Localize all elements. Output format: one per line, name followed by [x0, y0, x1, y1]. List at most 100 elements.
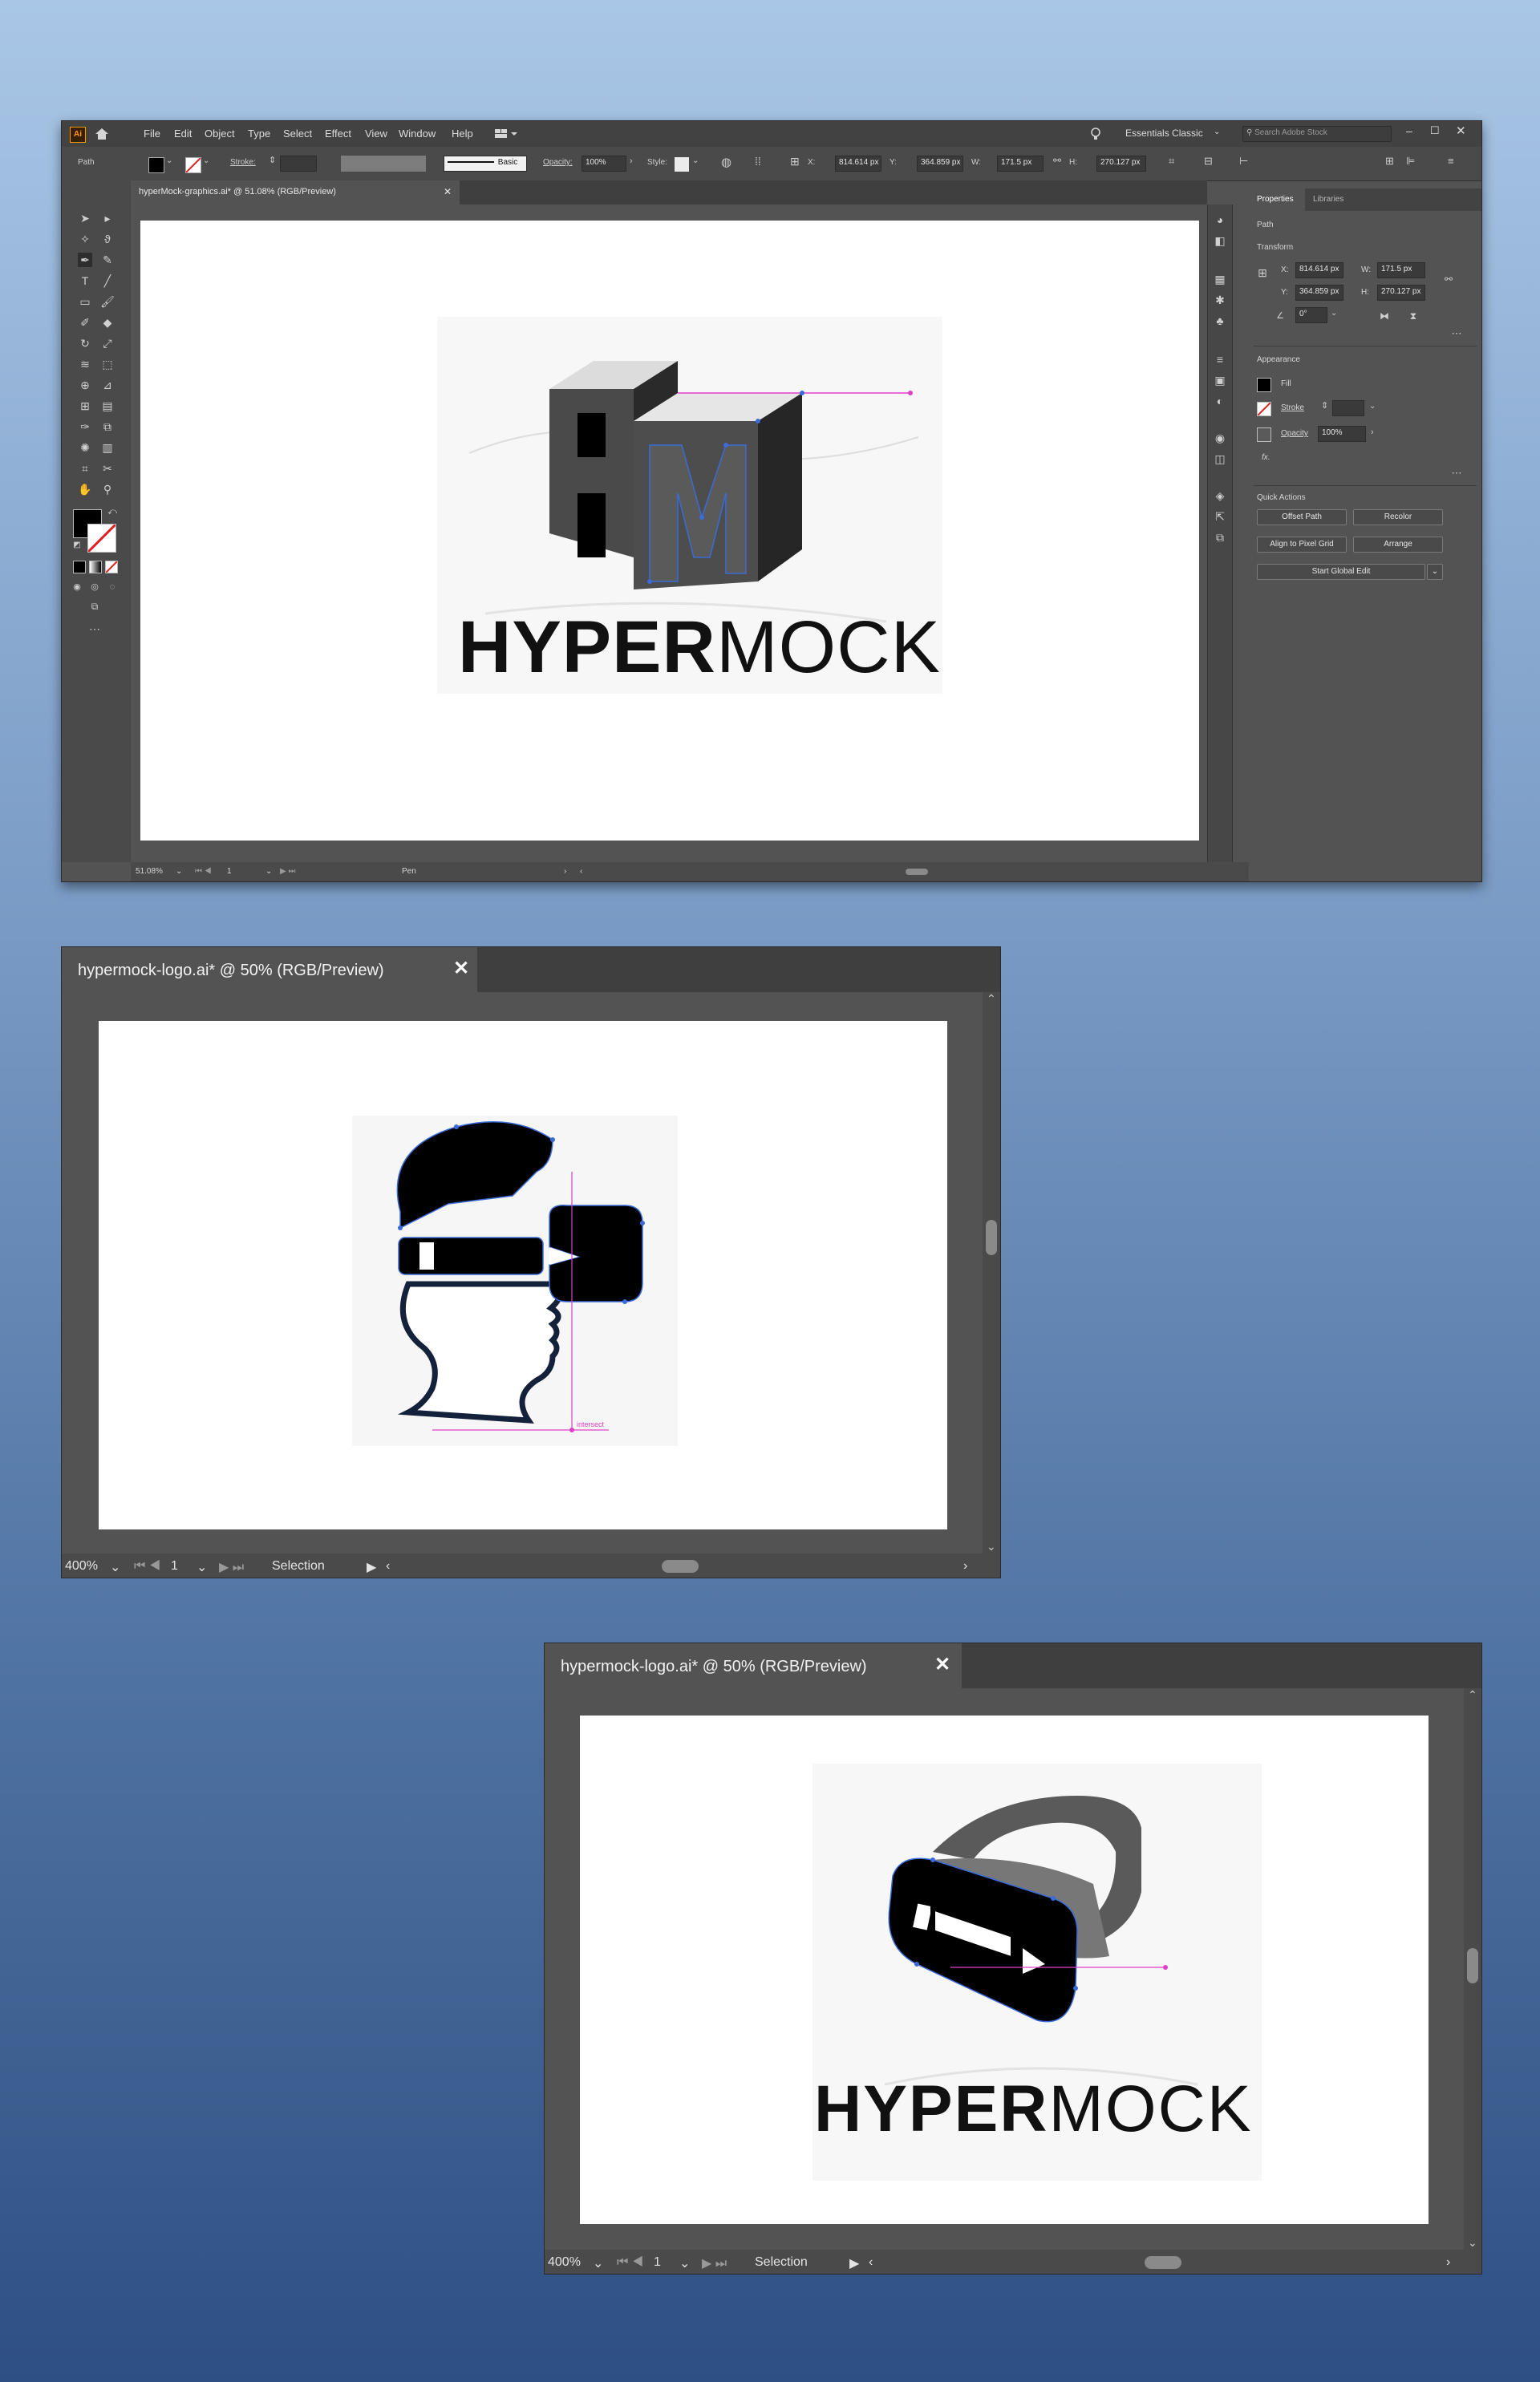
horizontal-scrollbar-thumb[interactable] — [662, 1560, 699, 1573]
play-icon[interactable]: ▶ — [849, 2255, 859, 2271]
color-mode-icon[interactable] — [73, 561, 86, 573]
chevron-down-icon[interactable]: ⌄ — [110, 1559, 120, 1575]
flip-vertical-icon[interactable]: ⧗ — [1406, 309, 1420, 323]
stroke-swatch[interactable] — [185, 157, 201, 173]
chevron-left-icon[interactable]: ‹ — [386, 1559, 390, 1574]
transform-icon[interactable]: ⌗ — [1169, 155, 1174, 168]
shaper-tool-icon[interactable]: ✐ — [78, 315, 92, 330]
symbol-sprayer-tool-icon[interactable]: ✺ — [78, 440, 92, 455]
arrange-button[interactable]: Arrange — [1353, 537, 1443, 553]
chevron-left-icon[interactable]: ‹ — [580, 867, 582, 876]
stroke-weight-field[interactable] — [1332, 400, 1364, 416]
offset-path-button[interactable]: Offset Path — [1257, 509, 1347, 525]
default-colors-icon[interactable]: ◩ — [70, 538, 84, 553]
constrain-proportions-icon[interactable]: ⚯ — [1441, 272, 1456, 286]
hypermock-wordmark[interactable]: HYPERMOCK — [458, 606, 941, 690]
draw-behind-icon[interactable]: ◎ — [87, 580, 102, 594]
ctrl-w-field[interactable]: 171.5 px — [997, 156, 1044, 172]
menu-edit[interactable]: Edit — [174, 128, 192, 140]
vertical-scrollbar[interactable]: ⌃ ⌄ — [1464, 1688, 1481, 2250]
chevron-down-icon[interactable]: ⌄ — [593, 2255, 603, 2271]
more-options-icon[interactable]: ⋯ — [1449, 466, 1464, 480]
align-icon[interactable]: ⊟ — [1204, 155, 1213, 168]
chevron-up-icon[interactable]: ⌃ — [1468, 1688, 1477, 1702]
horizontal-scrollbar-thumb[interactable] — [906, 869, 928, 875]
chevron-right-icon[interactable]: › — [963, 1559, 967, 1574]
eraser-tool-icon[interactable]: ◆ — [100, 315, 115, 330]
none-mode-icon[interactable] — [105, 561, 118, 573]
variable-width-profile[interactable] — [341, 156, 426, 172]
chevron-down-icon[interactable]: ⌄ — [1331, 309, 1337, 318]
menu-effect[interactable]: Effect — [325, 128, 351, 140]
paintbrush-tool-icon[interactable]: 🖌 — [100, 294, 115, 309]
chevron-down-icon[interactable]: ⌄ — [1214, 128, 1220, 136]
blend-tool-icon[interactable]: ⧉ — [100, 419, 115, 434]
perspective-grid-tool-icon[interactable]: ⊿ — [100, 378, 115, 392]
brush-definition[interactable]: Basic — [444, 156, 527, 172]
next-page-icon[interactable]: ▶ ⏭ — [219, 1559, 244, 1575]
arrange-documents-icon[interactable] — [495, 128, 519, 140]
stepper-icon[interactable]: ⇕ — [269, 155, 276, 165]
chevron-down-icon[interactable]: ⌄ — [987, 1540, 996, 1554]
shape-builder-tool-icon[interactable]: ⊕ — [78, 378, 92, 392]
slice-tool-icon[interactable]: ✂ — [100, 461, 115, 476]
prop-y-field[interactable]: 364.859 px — [1295, 285, 1343, 301]
warp-tool-icon[interactable]: ≋ — [78, 357, 92, 371]
appearance-panel-icon[interactable]: ◉ — [1213, 431, 1227, 445]
play-icon[interactable]: › — [564, 867, 566, 876]
menu-file[interactable]: File — [144, 128, 160, 140]
more-options-icon[interactable]: ⋯ — [1449, 326, 1464, 341]
gradient-mode-icon[interactable] — [89, 561, 102, 573]
page-number[interactable]: 1 — [227, 867, 232, 876]
rectangle-tool-icon[interactable]: ▭ — [78, 294, 92, 309]
document-tab[interactable]: hyperMock-graphics.ai* @ 51.08% (RGB/Pre… — [131, 180, 460, 205]
document-tab[interactable]: hypermock-logo.ai* @ 50% (RGB/Preview) ✕ — [62, 947, 478, 992]
libraries-tab[interactable]: Libraries — [1305, 188, 1481, 211]
artboard[interactable]: HYPERMOCK — [580, 1716, 1429, 2224]
ctrl-x-field[interactable]: 814.614 px — [835, 156, 881, 172]
chevron-down-icon[interactable]: ⌄ — [166, 156, 172, 165]
draw-normal-icon[interactable]: ◉ — [70, 580, 84, 594]
chevron-down-icon[interactable]: ⌄ — [692, 156, 699, 165]
direct-selection-tool-icon[interactable]: ▸ — [100, 211, 115, 225]
ctrl-h-field[interactable]: 270.127 px — [1096, 156, 1146, 172]
chevron-left-icon[interactable]: ‹ — [869, 2255, 873, 2270]
stroke-color-swatch[interactable] — [87, 523, 117, 553]
rotate-tool-icon[interactable]: ↻ — [78, 336, 92, 350]
zoom-level[interactable]: 51.08% — [136, 867, 163, 876]
menu-help[interactable]: Help — [452, 128, 473, 140]
prop-x-field[interactable]: 814.614 px — [1295, 262, 1343, 278]
next-page-icon[interactable]: ▶ ⏭ — [702, 2255, 727, 2271]
gradient-panel-icon[interactable]: ▣ — [1213, 373, 1227, 387]
zoom-level[interactable]: 400% — [548, 2255, 581, 2270]
panel-align-icon[interactable]: ⊫ — [1406, 155, 1415, 168]
stroke-panel-icon[interactable]: ≡ — [1213, 352, 1227, 367]
lasso-tool-icon[interactable]: ϑ — [100, 232, 115, 246]
chevron-down-icon[interactable]: ⌄ — [203, 156, 209, 165]
properties-tab[interactable]: Properties — [1249, 188, 1305, 211]
artboard[interactable]: intersect — [99, 1021, 947, 1529]
close-tab-icon[interactable]: ✕ — [934, 1653, 950, 1676]
scrollbar-thumb[interactable] — [986, 1220, 997, 1255]
opacity-field[interactable]: 100% — [1318, 426, 1366, 442]
close-tab-icon[interactable]: ✕ — [444, 186, 452, 197]
scrollbar-thumb[interactable] — [1467, 1948, 1478, 1983]
export-panel-icon[interactable]: ⇱ — [1213, 509, 1227, 524]
swap-colors-icon[interactable]: ⤺ — [105, 504, 120, 519]
chevron-down-icon[interactable]: ⌄ — [1369, 402, 1376, 411]
close-icon[interactable]: ✕ — [1456, 124, 1466, 138]
screen-mode-icon[interactable]: ⧉ — [87, 599, 102, 614]
line-tool-icon[interactable]: ╱ — [100, 273, 115, 288]
ctrl-y-field[interactable]: 364.859 px — [917, 156, 963, 172]
stroke-label[interactable]: Stroke: — [230, 158, 256, 167]
stroke-swatch[interactable] — [1257, 402, 1271, 416]
page-number[interactable]: 1 — [171, 1559, 178, 1574]
flip-horizontal-icon[interactable]: ⧓ — [1377, 309, 1392, 323]
vertical-scrollbar[interactable]: ⌃ ⌄ — [983, 992, 1000, 1554]
horizontal-scrollbar-thumb[interactable] — [1145, 2256, 1181, 2269]
chevron-down-icon[interactable]: ⌄ — [265, 867, 272, 876]
opacity-label[interactable]: Opacity — [1281, 429, 1308, 438]
artboards-panel-icon[interactable]: ⧉ — [1213, 530, 1227, 545]
fill-swatch[interactable] — [1257, 378, 1271, 392]
stroke-weight-field[interactable] — [280, 156, 317, 172]
